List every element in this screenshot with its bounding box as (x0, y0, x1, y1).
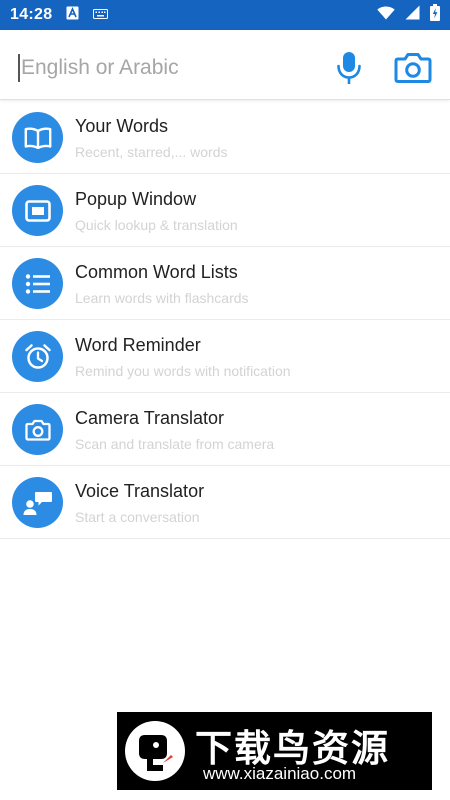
menu-item-title: Word Reminder (75, 335, 201, 355)
a-notification-icon (66, 6, 79, 25)
keyboard-icon (93, 6, 109, 24)
camera-icon (394, 53, 432, 83)
menu-item-title: Your Words (75, 116, 169, 136)
search-input[interactable] (18, 53, 321, 83)
menu-item-voice-translator[interactable]: Voice Translator Start a conversation (0, 466, 450, 539)
menu-item-subtitle: Remind you words with notification (75, 363, 291, 379)
menu-item-title: Common Word Lists (75, 262, 238, 282)
search-field (18, 53, 321, 83)
menu-item-title: Voice Translator (75, 481, 205, 501)
menu-item-subtitle: Recent, starred,... words (75, 144, 228, 160)
menu-item-subtitle: Scan and translate from camera (75, 436, 275, 452)
list-icon (12, 258, 63, 309)
menu-item-word-reminder[interactable]: Word Reminder Remind you words with noti… (0, 320, 450, 393)
text-caret (18, 54, 20, 82)
status-time: 14:28 (10, 6, 53, 23)
menu-item-subtitle: Start a conversation (75, 509, 200, 525)
wifi-icon (377, 5, 395, 25)
menu-item-subtitle: Quick lookup & translation (75, 217, 238, 233)
menu-item-title: Camera Translator (75, 408, 225, 428)
watermark-url: www.xiazainiao.com (203, 764, 357, 783)
status-bar: 14:28 (0, 0, 450, 30)
status-notification-icons (66, 6, 109, 25)
camera-icon (12, 404, 63, 455)
popup-window-icon (12, 185, 63, 236)
signal-icon (405, 5, 420, 25)
voice-input-button[interactable] (334, 50, 364, 86)
status-system-icons (377, 4, 440, 26)
menu-item-subtitle: Learn words with flashcards (75, 290, 249, 306)
battery-icon (430, 4, 440, 26)
feature-menu-list: Your Words Recent, starred,... words Pop… (0, 101, 450, 539)
menu-item-camera-translator[interactable]: Camera Translator Scan and translate fro… (0, 393, 450, 466)
menu-item-your-words[interactable]: Your Words Recent, starred,... words (0, 101, 450, 174)
camera-search-button[interactable] (394, 52, 432, 84)
menu-item-popup-window[interactable]: Popup Window Quick lookup & translation (0, 174, 450, 247)
watermark-banner: 下载鸟资源 www.xiazainiao.com (117, 712, 432, 790)
alarm-clock-icon (12, 331, 63, 382)
voice-conversation-icon (12, 477, 63, 528)
microphone-icon (337, 52, 361, 84)
menu-item-common-word-lists[interactable]: Common Word Lists Learn words with flash… (0, 247, 450, 320)
menu-item-title: Popup Window (75, 189, 197, 209)
book-icon (12, 112, 63, 163)
bird-logo-icon (125, 721, 185, 781)
